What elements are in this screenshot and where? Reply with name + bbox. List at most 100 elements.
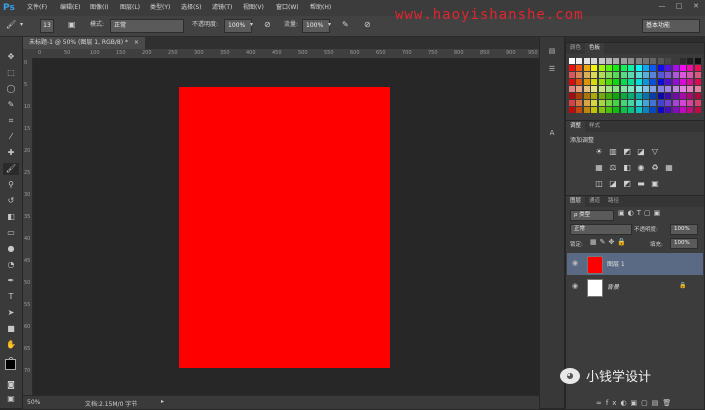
swatch[interactable]: [680, 58, 686, 64]
swatch[interactable]: [613, 86, 620, 92]
airbrush-icon[interactable]: ✎: [342, 19, 349, 31]
crop-tool-icon[interactable]: ⌗: [3, 115, 19, 127]
swatch[interactable]: [657, 58, 664, 64]
swatch[interactable]: [576, 107, 583, 113]
stamp-tool-icon[interactable]: ⚲: [3, 179, 19, 191]
swatch[interactable]: [613, 107, 620, 113]
minimize-icon[interactable]: —: [657, 2, 667, 10]
swatch[interactable]: [598, 100, 605, 106]
brush-size-picker[interactable]: 13: [40, 19, 54, 33]
menu-type[interactable]: 类型(Y): [150, 0, 170, 16]
eyedropper-tool-icon[interactable]: ⁄: [3, 131, 19, 143]
swatch[interactable]: [657, 79, 664, 85]
swatch[interactable]: [680, 93, 686, 99]
swatch[interactable]: [680, 79, 686, 85]
history-icon[interactable]: ▤: [544, 45, 560, 57]
swatch[interactable]: [687, 107, 694, 113]
document-canvas[interactable]: [179, 87, 390, 368]
swatch[interactable]: [694, 58, 701, 64]
swatch[interactable]: [598, 107, 605, 113]
quick-select-tool-icon[interactable]: ✎: [3, 99, 19, 111]
swatch[interactable]: [687, 93, 694, 99]
chevron-down-icon[interactable]: ▾: [250, 19, 253, 31]
swatch[interactable]: [687, 58, 694, 64]
chevron-right-icon[interactable]: ▸: [161, 398, 164, 405]
tab-color[interactable]: 颜色: [566, 43, 585, 54]
swatch[interactable]: [620, 65, 627, 71]
swatch[interactable]: [680, 72, 686, 78]
swatch[interactable]: [665, 93, 672, 99]
maximize-icon[interactable]: □: [674, 2, 684, 10]
brush-tool-icon[interactable]: 🖌: [6, 19, 16, 31]
swatch[interactable]: [657, 100, 664, 106]
swatch[interactable]: [620, 93, 627, 99]
swatch[interactable]: [583, 58, 590, 64]
menu-select[interactable]: 选择(S): [181, 0, 202, 16]
swatch[interactable]: [628, 86, 635, 92]
swatch[interactable]: [606, 100, 612, 106]
close-icon[interactable]: ×: [134, 39, 139, 46]
tab-channels[interactable]: 通道: [585, 196, 604, 207]
hue-saturation-icon[interactable]: ▦: [594, 163, 604, 173]
foreground-color-swatch[interactable]: [5, 359, 16, 370]
swatch[interactable]: [635, 72, 642, 78]
photo-filter-icon[interactable]: ◉: [636, 163, 646, 173]
swatch[interactable]: [672, 65, 679, 71]
chevron-down-icon[interactable]: ▾: [328, 19, 331, 31]
workspace-select[interactable]: 基本功能: [642, 19, 700, 33]
swatch[interactable]: [583, 100, 590, 106]
swatch[interactable]: [606, 93, 612, 99]
swatch[interactable]: [672, 100, 679, 106]
swatch[interactable]: [635, 86, 642, 92]
swatch[interactable]: [643, 100, 649, 106]
swatch[interactable]: [687, 86, 694, 92]
fill-input[interactable]: 100%: [670, 238, 698, 249]
swatch[interactable]: [650, 86, 657, 92]
swatch[interactable]: [650, 58, 657, 64]
levels-icon[interactable]: ▥: [608, 147, 618, 157]
swatch[interactable]: [598, 58, 605, 64]
properties-icon[interactable]: ☰: [544, 63, 560, 75]
menu-layer[interactable]: 图层(L): [120, 0, 140, 16]
swatch[interactable]: [569, 86, 575, 92]
swatch[interactable]: [643, 86, 649, 92]
tab-layers[interactable]: 图层: [566, 196, 586, 207]
swatch[interactable]: [650, 93, 657, 99]
swatch[interactable]: [576, 86, 583, 92]
brightness-icon[interactable]: ☀: [594, 147, 604, 157]
swatch[interactable]: [694, 100, 701, 106]
swatch[interactable]: [606, 86, 612, 92]
rectangle-tool-icon[interactable]: ■: [3, 323, 19, 335]
swatch[interactable]: [591, 65, 598, 71]
swatch[interactable]: [694, 107, 701, 113]
healing-tool-icon[interactable]: ✚: [3, 147, 19, 159]
swatch[interactable]: [635, 93, 642, 99]
swatch[interactable]: [657, 72, 664, 78]
swatch[interactable]: [687, 79, 694, 85]
tab-adjustments[interactable]: 调整: [566, 121, 586, 132]
swatch[interactable]: [665, 86, 672, 92]
swatch[interactable]: [613, 93, 620, 99]
hand-tool-icon[interactable]: ✋: [3, 339, 19, 351]
swatch[interactable]: [591, 86, 598, 92]
swatch[interactable]: [569, 93, 575, 99]
blend-mode-select[interactable]: 正常: [570, 224, 632, 235]
document-tab[interactable]: 未标题-1 @ 50% (图层 1, RGB/8) * ×: [23, 37, 145, 49]
swatch[interactable]: [591, 79, 598, 85]
swatch[interactable]: [628, 58, 635, 64]
layer-filter-select[interactable]: ρ 类型: [570, 210, 614, 221]
swatch[interactable]: [628, 72, 635, 78]
swatch[interactable]: [665, 58, 672, 64]
swatch[interactable]: [591, 58, 598, 64]
tab-paths[interactable]: 路径: [604, 196, 623, 207]
swatch[interactable]: [606, 107, 612, 113]
swatch[interactable]: [569, 65, 575, 71]
swatch[interactable]: [620, 72, 627, 78]
swatch[interactable]: [643, 65, 649, 71]
swatch[interactable]: [635, 79, 642, 85]
swatch[interactable]: [672, 72, 679, 78]
swatch[interactable]: [591, 107, 598, 113]
swatch[interactable]: [583, 93, 590, 99]
swatch[interactable]: [569, 58, 575, 64]
swatch[interactable]: [680, 100, 686, 106]
